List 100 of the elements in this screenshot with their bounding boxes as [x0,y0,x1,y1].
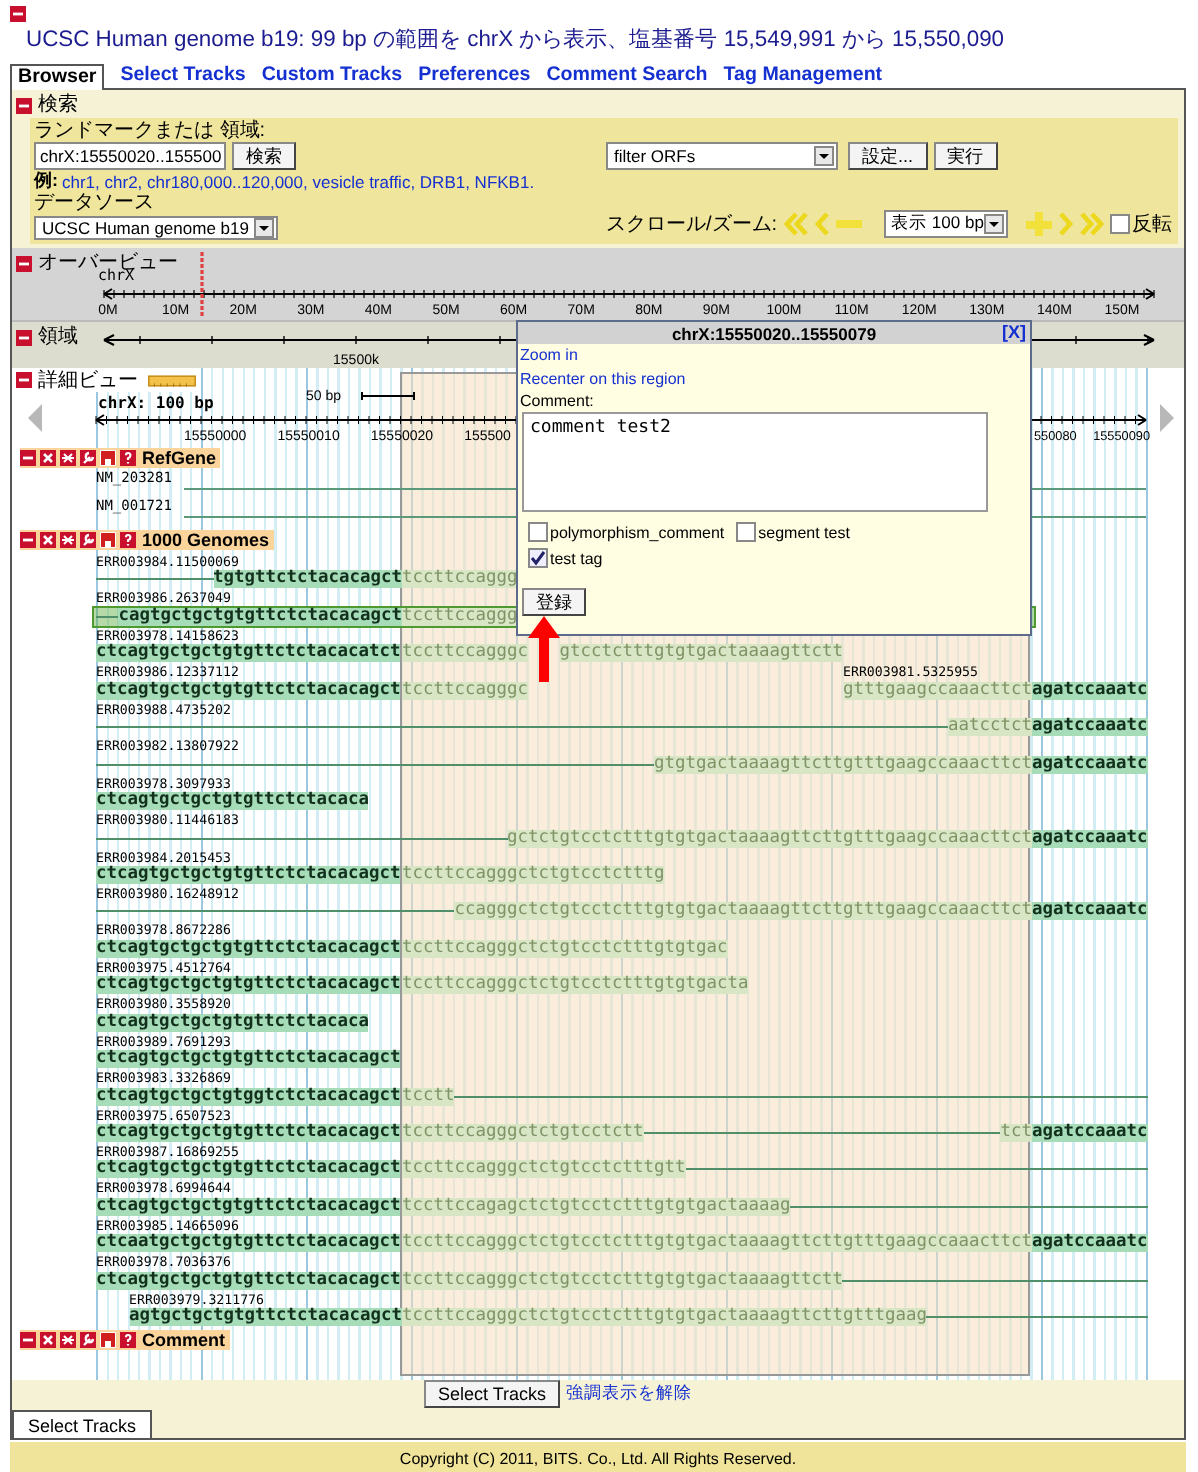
read-sequence: agatccaaatc [1032,902,1148,921]
datasource-label: データソース [34,192,156,214]
scroll-zoom-label: スクロール/ズーム: [606,212,778,238]
settings-button[interactable]: 設定... [848,142,928,170]
track-label[interactable]: 1000 Genomes [142,530,270,550]
read-sequence-faded: ccagggctctgtcctctttgtgtgactaaaagttcttgtttgaagccaaacttct [454,902,1032,921]
select-tracks-tab[interactable]: Select Tracks [12,1410,153,1439]
flip-label: 反転 [1131,212,1172,238]
read-sequence: ctcagtgctgctgtgttctctacacatct [96,644,401,663]
tab[interactable]: Custom Tracks [261,64,403,88]
tag-label: test tag [550,549,603,567]
landmark-field[interactable]: chrX:15550020..155500 [34,142,226,170]
scale-label: chrX: 100 bp [98,394,214,412]
zoom-dropdown[interactable]: 表示 100 bp [883,210,1008,238]
read-sequence-faded: tct [1000,1124,1032,1142]
wrench-icon[interactable] [80,532,96,548]
popup-link[interactable]: Recenter on this region [520,368,686,392]
popup-title: chrX:15550020..15550079 [671,323,877,343]
read-sequence-faded: tccttccagggctctgtcctctttgtgtgactaaaagttcttgtttgaag [402,1308,927,1327]
register-button[interactable]: 登録 [522,588,586,616]
datasource-dropdown[interactable]: UCSC Human genome b19 [34,216,278,240]
close-icon[interactable] [40,450,56,466]
save-icon[interactable] [100,532,116,548]
collapse-icon[interactable] [10,6,26,22]
tag-label: polymorphism_comment [550,523,725,541]
collapse-icon[interactable] [20,1332,36,1349]
section-heading: 検索 [38,94,78,116]
tag-checkbox[interactable] [528,522,548,542]
read-sequence: agatccaaatc [1032,1124,1148,1142]
examples-label: 例: [34,168,58,193]
position-marker [200,252,204,318]
save-icon[interactable] [100,1332,116,1349]
popup-link[interactable]: Zoom in [520,344,578,368]
read-sequence: ctcagtgctgctgtggtctctacacagct [96,1087,401,1106]
read-sequence-faded: aatcctct [948,718,1032,737]
wrench-icon[interactable] [80,1332,96,1349]
collapse-icon[interactable] [20,532,36,548]
read-sequence-faded: tccttccagggctctgtcctctttg [402,865,665,884]
read-sequence-faded: gtttgaagccaaacttct [843,681,1032,700]
flip-checkbox[interactable] [1109,214,1130,234]
collapse-icon[interactable] [16,97,32,113]
read-sequence: agatccaaatc [1032,718,1148,737]
read-sequence: ctcagtgctgctgtgttctctacacagct [96,976,401,995]
close-icon[interactable] [40,1332,56,1349]
read-sequence: ctcagtgctgctgtgttctctacacagct [96,681,401,700]
read-sequence: agatccaaatc [1032,1234,1148,1253]
tab[interactable]: Select Tracks [120,64,246,88]
read-sequence: ctcagtgctgctgtgttctctacacagct [96,865,401,884]
close-icon[interactable] [40,532,56,548]
select-tracks-button[interactable]: Select Tracks [423,1380,561,1409]
collapse-icon[interactable] [16,372,32,388]
hide-icon[interactable] [60,450,76,466]
read-sequence-faded: tccttccagggctctgtcctctt [402,1124,644,1142]
read-sequence: ctcagtgctgctgtgttctctacacagct [96,1050,401,1069]
help-icon[interactable] [120,1332,136,1349]
tab[interactable]: Comment Search [546,64,708,88]
read-sequence: agatccaaatc [1032,829,1148,847]
examples-link[interactable]: chr1, chr2, chr180,000..120,000, vesicle traffic, DRB1, NFKB1. [62,171,535,191]
read-sequence-faded: tccttccagggctctgtcctctttgtgtgac [402,939,728,958]
section-heading: 詳細ビュー [38,369,138,391]
track-label[interactable]: RefGene [142,448,217,468]
read-sequence: ctcaatgctgctgtgttctctacacagct [96,1234,401,1253]
collapse-icon[interactable] [20,450,36,466]
clear-highlight-link[interactable]: 強調表示を解除 [566,1382,693,1407]
tag-checkbox[interactable] [736,522,757,542]
tag-checkbox[interactable] [528,548,548,568]
read-sequence-faded: gtgtgactaaaagttcttgtttgaagccaaacttct [654,755,1032,774]
read-sequence: ctcagtgctgctgtgttctctacacagct [96,1271,401,1290]
track-label[interactable]: Comment [142,1330,226,1351]
tab[interactable]: Tag Management [723,64,883,88]
read-sequence: ctcagtgctgctgtgttctctacacagct [96,1160,401,1179]
pointer-arrow [528,616,560,682]
read-sequence-faded: tccttccagggctctgtcctctttgtt [402,1160,686,1179]
read-sequence-faded: tccttccagggctctgtcctctttgtgtgactaaaagttcttgtttgaagccaaacttct [402,1234,1032,1253]
read-sequence: tgtgttctctacacagct [213,570,402,589]
scale-bar [361,391,415,401]
ruler-icon[interactable] [148,373,196,387]
tab[interactable]: Browser [10,64,105,90]
hide-icon[interactable] [60,532,76,548]
close-link[interactable]: [X] [1002,322,1026,344]
read-sequence-faded: tccttccaggg [402,570,518,589]
read-sequence: agtgctgctgtgttctctacacagct [129,1308,402,1327]
help-icon[interactable] [120,450,136,466]
hide-icon[interactable] [60,1332,76,1349]
collapse-icon[interactable] [16,329,32,345]
filter-dropdown[interactable]: filter ORFs [606,142,838,170]
run-button[interactable]: 実行 [933,142,998,170]
collapse-icon[interactable] [16,255,32,271]
help-icon[interactable] [120,532,136,548]
comment-field[interactable]: comment test2 [522,412,988,512]
search-button[interactable]: 検索 [232,142,296,170]
read-sequence: ctcagtgctgctgtgttctctacacagct [96,939,401,958]
read-sequence-faded: gtcctctttgtgtgactaaaagttctt [559,644,843,663]
save-icon[interactable] [100,450,116,466]
wrench-icon[interactable] [80,450,96,466]
comment-label: Comment: [520,392,594,412]
read-sequence-faded: tccttccagggc [402,644,528,663]
read-sequence: cagtgctgctgtgttctctacacagct [118,607,402,626]
tab[interactable]: Preferences [418,64,531,88]
read-sequence-faded: tcctt [402,1087,455,1106]
